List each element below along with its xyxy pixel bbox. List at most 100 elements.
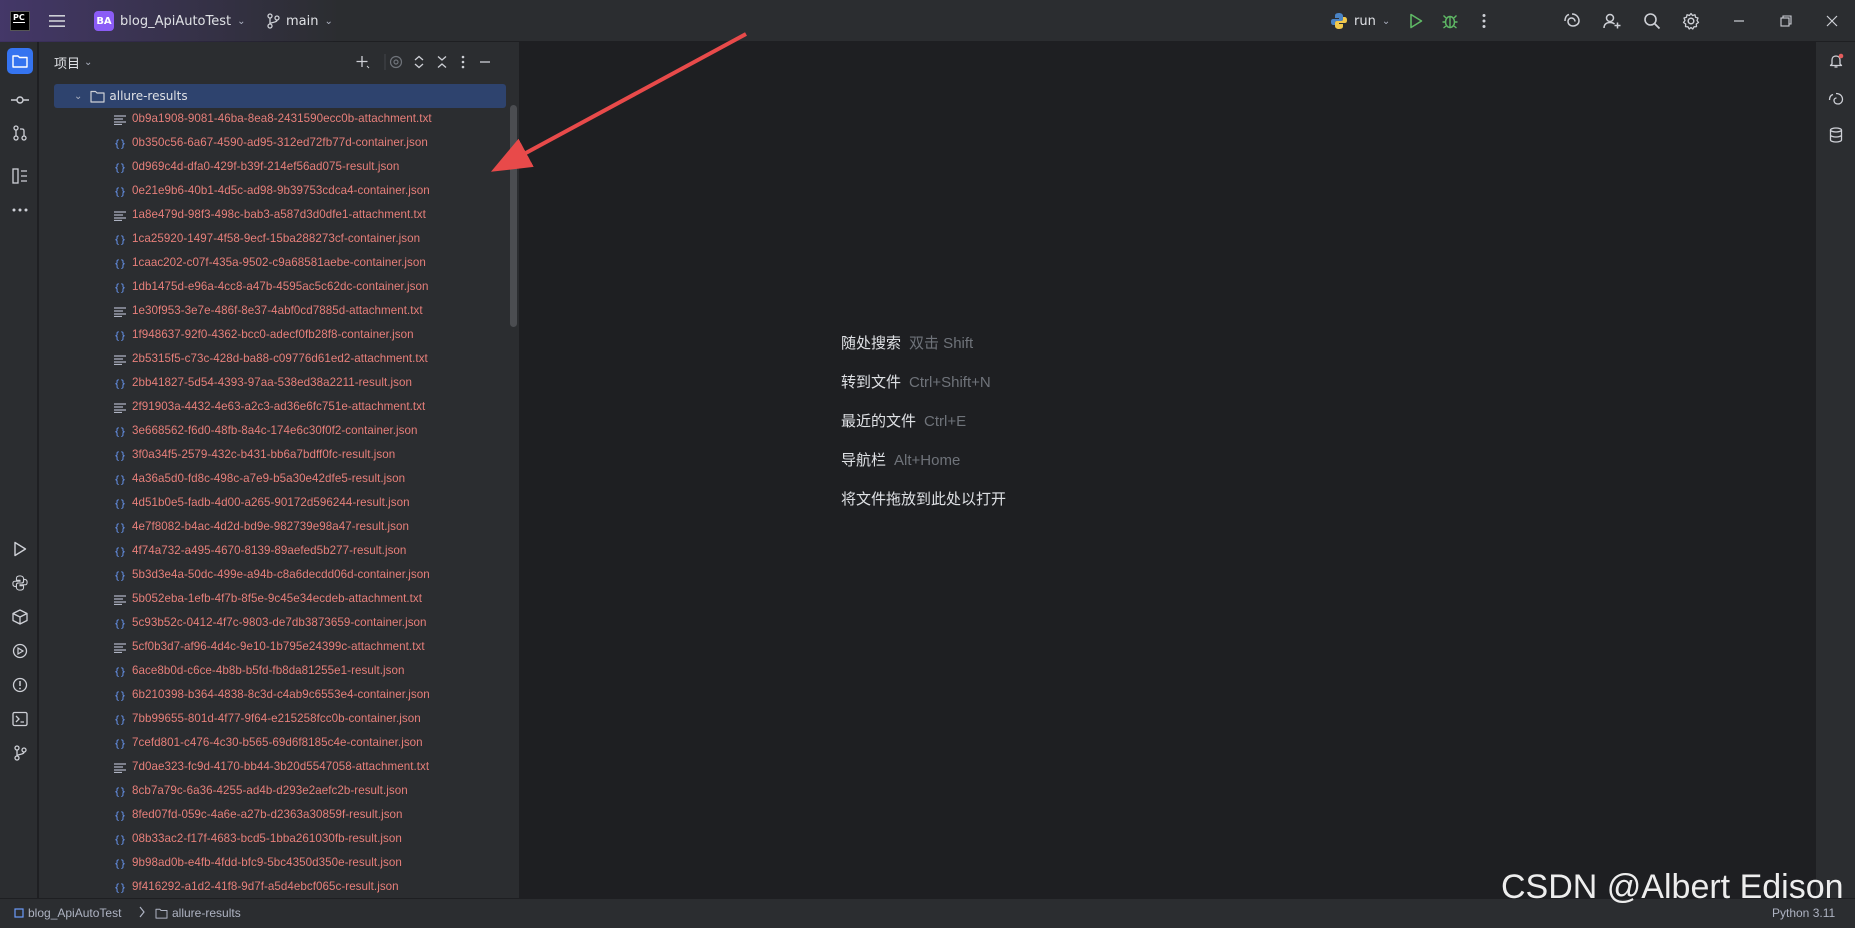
file-name: 9b98ad0b-e4fb-4fdd-bfc9-5bc4350d350e-res…	[132, 856, 402, 869]
ai-assistant-button[interactable]	[1560, 9, 1584, 33]
interpreter-selector[interactable]: Python 3.11	[1772, 906, 1835, 920]
database-tool-button[interactable]	[1823, 122, 1849, 148]
file-tree-item[interactable]: {} 4a36a5d0-fd8c-498c-a7e9-b5a30e42dfe5-r…	[39, 468, 509, 492]
run-config-selector[interactable]: run ⌄	[1330, 0, 1390, 42]
file-tree-item[interactable]: {} 6b210398-b364-4838-8c3d-c4ab9c6553e4-c…	[39, 684, 509, 708]
file-tree-item[interactable]: {} 1caac202-c07f-435a-9502-c9a68581aebe-c…	[39, 252, 509, 276]
file-tree-item[interactable]: {} 08b33ac2-f17f-4683-bcd5-1bba261030fb-r…	[39, 828, 509, 852]
json-file-icon: {}	[113, 786, 127, 798]
structure-tool-button[interactable]	[7, 163, 33, 189]
project-switcher[interactable]: BA blog_ApiAutoTest ⌄	[94, 0, 246, 42]
hide-panel-button[interactable]	[473, 50, 497, 74]
search-everywhere-button[interactable]	[1640, 9, 1664, 33]
tree-scrollbar[interactable]	[510, 105, 517, 327]
file-name: 4a36a5d0-fd8c-498c-a7e9-b5a30e42dfe5-res…	[132, 472, 406, 485]
restore-button[interactable]	[1763, 0, 1809, 42]
folder-icon	[155, 908, 168, 919]
file-tree-item[interactable]: {} 7cefd801-c476-4c30-b565-69d6f8185c4e-c…	[39, 732, 509, 756]
file-tree-item[interactable]: 0b9a1908-9081-46ba-8ea8-2431590ecc0b-att…	[39, 108, 509, 132]
file-name: 1db1475d-e96a-4cc8-a47b-4595ac5c62dc-con…	[132, 280, 429, 293]
text-file-icon	[113, 593, 127, 607]
ai-chat-button[interactable]	[1823, 87, 1849, 113]
minimize-button[interactable]	[1716, 0, 1762, 42]
settings-button[interactable]	[1679, 9, 1703, 33]
file-tree-item[interactable]: 1e30f953-3e7e-486f-8e37-4abf0cd7885d-att…	[39, 300, 509, 324]
file-tree-item[interactable]: {} 6ace8b0d-c6ce-4b8b-b5fd-fb8da81255e1-r…	[39, 660, 509, 684]
structure-icon	[12, 168, 27, 184]
file-tree-item[interactable]: {} 3f0a34f5-2579-432c-b431-bb6a7bdff0fc-r…	[39, 444, 509, 468]
more-actions-button[interactable]	[1472, 9, 1496, 33]
debug-button[interactable]	[1438, 9, 1462, 33]
file-tree-item[interactable]: {} 1ca25920-1497-4f58-9ecf-15ba288273cf-c…	[39, 228, 509, 252]
git-tool-button[interactable]	[7, 740, 33, 766]
packages-icon	[12, 609, 28, 625]
file-tree-item[interactable]: {} 9b98ad0b-e4fb-4fdd-bfc9-5bc4350d350e-r…	[39, 852, 509, 876]
run-tool-button[interactable]	[7, 536, 33, 562]
python-console-tool-button[interactable]	[7, 570, 33, 596]
file-tree-item[interactable]: {} 1f948637-92f0-4362-bcc0-adecf0fb28f8-c…	[39, 324, 509, 348]
select-opened-file-button[interactable]	[384, 50, 408, 74]
file-tree-item[interactable]: 1a8e479d-98f3-498c-bab3-a587d3d0dfe1-att…	[39, 204, 509, 228]
file-tree-item[interactable]: {} 5b3d3e4a-50dc-499e-a94b-c8a6decdd06d-c…	[39, 564, 509, 588]
json-file-icon: {}	[113, 834, 127, 846]
file-tree-item[interactable]: {} 8fed07fd-059c-4a6e-a27b-d2363a30859f-r…	[39, 804, 509, 828]
file-tree-item[interactable]: {} 8cb7a79c-6a36-4255-ad4b-d293e2aefc2b-r…	[39, 780, 509, 804]
file-tree-item[interactable]: {} 4f74a732-a495-4670-8139-89aefed5b277-r…	[39, 540, 509, 564]
file-tree-item[interactable]: 7d0ae323-fc9d-4170-bb44-3b20d5547058-att…	[39, 756, 509, 780]
problems-tool-button[interactable]	[7, 672, 33, 698]
file-tree-item[interactable]: {} 5c93b52c-0412-4f7c-9803-de7db3873659-c…	[39, 612, 509, 636]
file-name: 6b210398-b364-4838-8c3d-c4ab9c6553e4-con…	[132, 688, 430, 701]
project-tool-button[interactable]	[7, 48, 33, 74]
folder-icon	[12, 55, 28, 68]
commit-tool-button[interactable]	[7, 87, 33, 113]
notifications-button[interactable]	[1823, 48, 1849, 74]
more-tool-windows-button[interactable]	[7, 197, 33, 223]
branch-switcher[interactable]: main ⌄	[266, 0, 333, 42]
file-tree-item[interactable]: {} 2bb41827-5d54-4393-97aa-538ed38a2211-r…	[39, 372, 509, 396]
file-tree-item[interactable]: {} 1db1475d-e96a-4cc8-a47b-4595ac5c62dc-c…	[39, 276, 509, 300]
hint-recent-files[interactable]: 最近的文件 Ctrl+E	[841, 410, 966, 431]
close-button[interactable]	[1809, 0, 1855, 42]
panel-options-button[interactable]	[451, 50, 475, 74]
project-view-selector[interactable]: 项目 ⌄	[54, 53, 92, 72]
file-tree-item[interactable]: {} 0d969c4d-dfa0-429f-b39f-214ef56ad075-r…	[39, 156, 509, 180]
services-tool-button[interactable]	[7, 638, 33, 664]
code-with-me-button[interactable]	[1600, 9, 1624, 33]
file-tree-item[interactable]: 5b052eba-1efb-4f7b-8f5e-9c45e34ecdeb-att…	[39, 588, 509, 612]
hint-goto-file[interactable]: 转到文件 Ctrl+Shift+N	[841, 371, 991, 392]
file-tree-item[interactable]: 5cf0b3d7-af96-4d4c-9e10-1b795e24399c-att…	[39, 636, 509, 660]
run-button[interactable]	[1404, 9, 1428, 33]
python-packages-tool-button[interactable]	[7, 604, 33, 630]
left-tool-strip	[0, 42, 38, 898]
hint-search-everywhere[interactable]: 随处搜索 双击 Shift	[841, 332, 973, 353]
file-tree-item[interactable]: {} 4e7f8082-b4ac-4d2d-bd9e-982739e98a47-r…	[39, 516, 509, 540]
breadcrumb-folder[interactable]: allure-results	[155, 906, 241, 920]
pull-requests-tool-button[interactable]	[7, 120, 33, 146]
editor-area[interactable]: 随处搜索 双击 Shift 转到文件 Ctrl+Shift+N 最近的文件 Ctrl+…	[521, 42, 1815, 898]
file-tree-item[interactable]: 2f91903a-4432-4e63-a2c3-ad36e6fc751e-att…	[39, 396, 509, 420]
pycharm-logo-icon[interactable]: PC	[10, 0, 30, 42]
new-file-button[interactable]	[351, 50, 375, 74]
file-tree-item[interactable]: {} 4d51b0e5-fadb-4d00-a265-90172d596244-r…	[39, 492, 509, 516]
file-tree-item[interactable]: {} 0e21e9b6-40b1-4d5c-ad98-9b39753cdca4-c…	[39, 180, 509, 204]
warning-circle-icon	[12, 677, 28, 693]
chevron-down-icon[interactable]: ⌄	[74, 91, 82, 102]
title-bar: PC BA blog_ApiAutoTest ⌄ main ⌄ run ⌄	[0, 0, 1855, 42]
expand-all-button[interactable]	[407, 50, 431, 74]
hint-navigation-bar[interactable]: 导航栏 Alt+Home	[841, 449, 960, 470]
file-name: 7d0ae323-fc9d-4170-bb44-3b20d5547058-att…	[132, 760, 430, 773]
json-file-icon: {}	[113, 258, 127, 270]
file-tree-item[interactable]: {} 7bb99655-801d-4f77-9f64-e215258fcc0b-c…	[39, 708, 509, 732]
file-tree-item[interactable]: {} 3e668562-f6d0-48fb-8a4c-174e6c30f0f2-c…	[39, 420, 509, 444]
file-tree-item[interactable]: {} 0b350c56-6a67-4590-ad95-312ed72fb77d-c…	[39, 132, 509, 156]
breadcrumb-project[interactable]: blog_ApiAutoTest	[14, 906, 121, 920]
tree-folder-allure-results[interactable]: ⌄ allure-results	[54, 84, 506, 108]
file-tree-item[interactable]: {} 9f416292-a1d2-41f8-9d7f-a5d4ebcf065c-r…	[39, 876, 509, 898]
file-tree-item[interactable]: 2b5315f5-c73c-428d-ba88-c09776d61ed2-att…	[39, 348, 509, 372]
main-menu-button[interactable]	[48, 0, 66, 42]
terminal-tool-button[interactable]	[7, 706, 33, 732]
file-name: 1caac202-c07f-435a-9502-c9a68581aebe-con…	[132, 256, 426, 269]
run-config-name: run	[1354, 13, 1376, 29]
ai-chat-icon	[1828, 92, 1844, 105]
file-name: 2f91903a-4432-4e63-a2c3-ad36e6fc751e-att…	[132, 400, 426, 413]
